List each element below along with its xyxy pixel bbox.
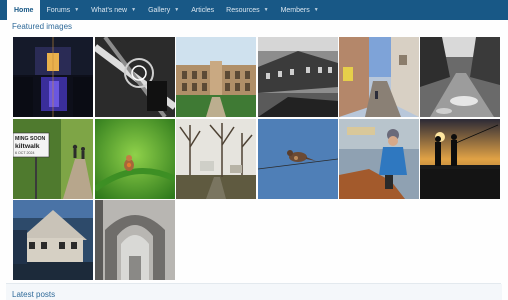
chevron-down-icon: ▼ [313,7,319,13]
nav-item-what-s-new[interactable]: What's new ▼ [85,0,142,20]
latest-posts-heading[interactable]: Latest posts [12,290,55,299]
featured-images-heading[interactable]: Featured images [12,22,72,31]
sign-line-1: MING SOON [15,136,46,142]
gallery-tile[interactable] [258,119,338,199]
chevron-down-icon: ▼ [174,7,180,13]
gallery-tile[interactable] [339,37,419,117]
rider-on-horse-photo [339,119,419,199]
gallery-tile[interactable] [420,37,500,117]
nav-item-label: What's new [91,6,128,14]
stately-building-photo [176,37,256,117]
gallery-tile[interactable] [339,119,419,199]
bird-on-wire-photo [258,119,338,199]
nav-item-articles[interactable]: Articles [185,0,220,20]
gallery-tile[interactable]: MING SOON kiltwalk 6 OCT 2024 [13,119,93,199]
sign-line-2: kiltwalk [15,143,40,150]
street-scene-photo [339,37,419,117]
riverside-house-photo [13,200,93,280]
fishermen-sunset-photo [420,119,500,199]
wet-lane-photo [420,37,500,117]
winter-trees-photo [176,119,256,199]
featured-gallery: MING SOON kiltwalk 6 OCT 2024 [13,37,500,280]
top-navbar: Home Forums ▼ What's new ▼ Gallery ▼ Articles Re… [0,0,508,20]
gallery-tile[interactable] [95,37,175,117]
nav-item-label: Articles [191,6,215,14]
latest-posts-bar [6,284,502,300]
gallery-tile[interactable] [13,200,93,280]
nav-item-label: Gallery [148,6,171,14]
gallery-tile[interactable] [95,200,175,280]
nav-item-forums[interactable]: Forums ▼ [40,0,85,20]
sign-line-3: 6 OCT 2024 [15,151,35,155]
nav-item-members[interactable]: Members ▼ [275,0,325,20]
gallery-tile[interactable] [176,37,256,117]
spiral-ceiling-photo [95,37,175,117]
reflection-night-photo [13,37,93,117]
nav-item-label: Resources [226,6,260,14]
nav-list: Home Forums ▼ What's new ▼ Gallery ▼ Articles Re… [0,0,508,20]
gallery-tile[interactable] [13,37,93,117]
bird-on-green-photo [95,119,175,199]
chevron-down-icon: ▼ [263,7,269,13]
nav-item-gallery[interactable]: Gallery ▼ [142,0,185,20]
chevron-down-icon: ▼ [131,7,137,13]
abbey-ruins-photo [95,200,175,280]
terraced-houses-photo [258,37,338,117]
nav-item-label: Members [280,6,310,14]
gallery-tile[interactable] [258,37,338,117]
gallery-tile[interactable] [176,119,256,199]
nav-item-home[interactable]: Home [7,0,41,20]
gallery-tile[interactable] [420,119,500,199]
kiltwalk-sign-photo: MING SOON kiltwalk 6 OCT 2024 [13,119,93,199]
nav-item-label: Forums [46,6,71,14]
gallery-tile[interactable] [95,119,175,199]
nav-item-label: Home [14,6,34,14]
nav-item-resources[interactable]: Resources ▼ [220,0,274,20]
chevron-down-icon: ▼ [74,7,80,13]
